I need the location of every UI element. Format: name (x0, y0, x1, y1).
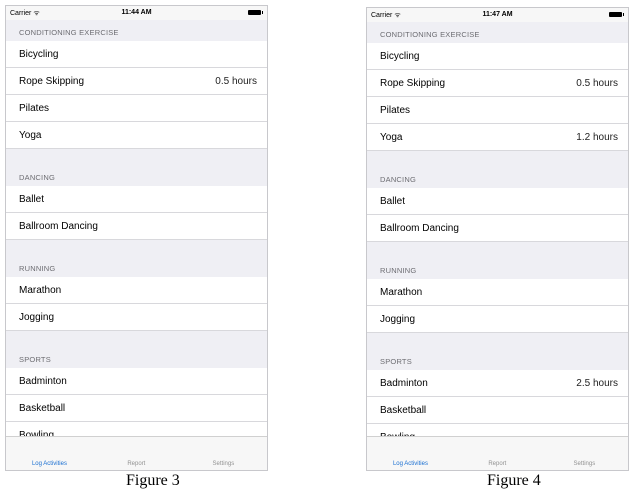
section-header-label: SPORTS (380, 357, 412, 366)
list-item[interactable]: Ballroom Dancing (6, 213, 267, 240)
row-label: Rope Skipping (380, 78, 446, 89)
figure-caption: Figure 3 (126, 472, 180, 489)
row-label: Ballroom Dancing (380, 223, 459, 234)
row-label: Ballet (380, 196, 406, 207)
tab-report[interactable]: Report (454, 461, 541, 467)
section-header-sports: SPORTS (6, 347, 267, 368)
section-gap (6, 240, 267, 256)
status-bar: Carrier ᯤ 11:44 AM (6, 6, 267, 20)
row-detail: 2.5 hours (576, 378, 618, 389)
status-bar: Carrier ᯤ 11:47 AM (367, 8, 628, 22)
list-item[interactable]: Ballroom Dancing (367, 215, 628, 242)
section-gap (6, 331, 267, 347)
row-label: Bicycling (19, 49, 59, 60)
section-header-label: CONDITIONING EXERCISE (19, 28, 119, 37)
section-header-label: CONDITIONING EXERCISE (380, 30, 480, 39)
tab-bar: Log Activities Report Settings (6, 436, 267, 470)
list-item[interactable]: Basketball (367, 397, 628, 424)
section-header-label: DANCING (380, 175, 416, 184)
row-label: Rope Skipping (19, 76, 85, 87)
tab-log-activities[interactable]: Log Activities (6, 461, 93, 467)
list-item[interactable]: Rope Skipping 0.5 hours (6, 68, 267, 95)
section-header-label: RUNNING (380, 266, 417, 275)
row-label: Badminton (19, 376, 67, 387)
tab-settings[interactable]: Settings (180, 461, 267, 467)
section-header-dancing: DANCING (6, 165, 267, 186)
row-label: Marathon (19, 285, 62, 296)
section-header-conditioning: CONDITIONING EXERCISE (6, 20, 267, 41)
list-item[interactable]: Ballet (6, 186, 267, 213)
clock-time: 11:47 AM (482, 11, 513, 18)
tab-log-activities[interactable]: Log Activities (367, 461, 454, 467)
row-label: Marathon (380, 287, 423, 298)
tab-report[interactable]: Report (93, 461, 180, 467)
row-label: Yoga (19, 130, 42, 141)
row-label: Pilates (19, 103, 50, 114)
list-item[interactable]: Pilates (6, 95, 267, 122)
battery-icon (609, 12, 624, 17)
list-item[interactable]: Pilates (367, 97, 628, 124)
list-item[interactable]: Ballet (367, 188, 628, 215)
section-gap (367, 242, 628, 258)
row-detail: 0.5 hours (215, 76, 257, 87)
list-item[interactable]: Badminton (6, 368, 267, 395)
list-item[interactable]: Basketball (6, 395, 267, 422)
phone-screen-figure3: Carrier ᯤ 11:44 AM CONDITIONING EXERCISE… (5, 5, 268, 471)
section-header-running: RUNNING (6, 256, 267, 277)
row-label: Jogging (19, 312, 55, 323)
row-label: Bicycling (380, 51, 420, 62)
row-label: Badminton (380, 378, 428, 389)
row-label: Jogging (380, 314, 416, 325)
list-item[interactable]: Yoga 1.2 hours (367, 124, 628, 151)
section-gap (6, 149, 267, 165)
row-label: Pilates (380, 105, 411, 116)
section-gap (367, 333, 628, 349)
list-item[interactable]: Marathon (367, 279, 628, 306)
list-item[interactable]: Yoga (6, 122, 267, 149)
row-label: Basketball (380, 405, 427, 416)
figure-caption: Figure 4 (487, 472, 541, 489)
row-label: Yoga (380, 132, 403, 143)
list-item[interactable]: Bicycling (367, 43, 628, 70)
list-item[interactable]: Badminton 2.5 hours (367, 370, 628, 397)
row-label: Ballroom Dancing (19, 221, 98, 232)
section-header-label: DANCING (19, 173, 55, 182)
tab-bar: Log Activities Report Settings (367, 436, 628, 470)
row-label: Basketball (19, 403, 66, 414)
row-detail: 0.5 hours (576, 78, 618, 89)
section-header-conditioning: CONDITIONING EXERCISE (367, 22, 628, 43)
list-item[interactable]: Jogging (367, 306, 628, 333)
clock-time: 11:44 AM (121, 9, 152, 16)
section-gap (367, 151, 628, 167)
list-item[interactable]: Bicycling (6, 41, 267, 68)
list-item[interactable]: Rope Skipping 0.5 hours (367, 70, 628, 97)
row-detail: 1.2 hours (576, 132, 618, 143)
section-header-running: RUNNING (367, 258, 628, 279)
section-header-sports: SPORTS (367, 349, 628, 370)
section-header-label: SPORTS (19, 355, 51, 364)
phone-screen-figure4: Carrier ᯤ 11:47 AM CONDITIONING EXERCISE… (366, 7, 629, 471)
section-header-label: RUNNING (19, 264, 56, 273)
battery-icon (248, 10, 263, 15)
row-label: Ballet (19, 194, 45, 205)
list-item[interactable]: Marathon (6, 277, 267, 304)
section-header-dancing: DANCING (367, 167, 628, 188)
tab-settings[interactable]: Settings (541, 461, 628, 467)
list-item[interactable]: Jogging (6, 304, 267, 331)
